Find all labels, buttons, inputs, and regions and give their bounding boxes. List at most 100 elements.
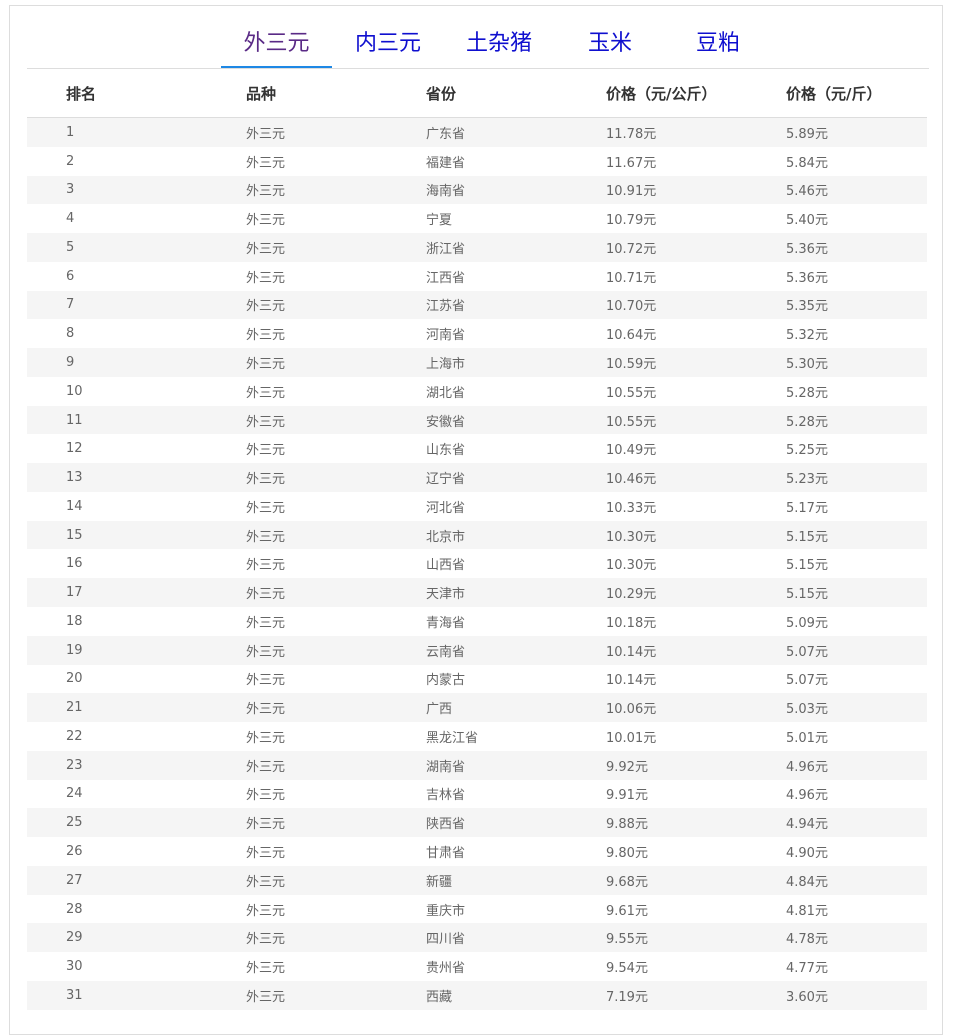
price-per-jin-cell: 5.07元: [747, 635, 927, 665]
variety-cell: 外三元: [207, 146, 387, 176]
province-cell: 天津市: [387, 578, 567, 608]
table-row: 19 外三元 云南省 10.14元 5.07元: [27, 635, 927, 665]
price-per-jin-cell: 5.84元: [747, 146, 927, 176]
province-cell: 西藏: [387, 980, 567, 1010]
tab-yumi[interactable]: 玉米: [575, 20, 645, 68]
variety-cell: 外三元: [207, 664, 387, 694]
price-per-jin-cell: 5.25元: [747, 434, 927, 464]
rank-cell: 13: [27, 463, 207, 492]
price-per-kg-cell: 10.55元: [567, 405, 747, 435]
rank-cell: 6: [27, 261, 207, 291]
table-row: 24 外三元 吉林省 9.91元 4.96元: [27, 779, 927, 809]
price-per-kg-cell: 9.91元: [567, 779, 747, 809]
price-per-kg-cell: 10.70元: [567, 290, 747, 320]
province-cell: 广东省: [387, 117, 567, 147]
rank-cell: 21: [27, 693, 207, 723]
rank-cell: 15: [27, 520, 207, 550]
table-row: 17 外三元 天津市 10.29元 5.15元: [27, 578, 927, 608]
rank-cell: 5: [27, 233, 207, 262]
table-header: 排名 品种 省份 价格（元/公斤） 价格（元/斤）: [27, 69, 927, 118]
active-tab-indicator: [221, 66, 332, 68]
rank-cell: 26: [27, 837, 207, 866]
province-cell: 青海省: [387, 607, 567, 636]
variety-cell: 外三元: [207, 578, 387, 608]
province-cell: 黑龙江省: [387, 722, 567, 751]
table-row: 31 外三元 西藏 7.19元 3.60元: [27, 980, 927, 1010]
header-price-per-kg: 价格（元/公斤）: [567, 69, 747, 118]
tab-doupo[interactable]: 豆粕: [683, 20, 753, 68]
table-row: 27 外三元 新疆 9.68元 4.84元: [27, 865, 927, 895]
price-per-jin-cell: 4.90元: [747, 837, 927, 866]
rank-cell: 1: [27, 117, 207, 147]
rank-cell: 27: [27, 865, 207, 895]
variety-cell: 外三元: [207, 837, 387, 866]
rank-cell: 11: [27, 405, 207, 435]
price-per-jin-cell: 5.09元: [747, 607, 927, 636]
province-cell: 重庆市: [387, 894, 567, 924]
price-per-kg-cell: 10.01元: [567, 722, 747, 751]
variety-cell: 外三元: [207, 750, 387, 780]
rank-cell: 20: [27, 664, 207, 694]
tab-tuzazhu[interactable]: 土杂猪: [455, 20, 543, 68]
variety-cell: 外三元: [207, 722, 387, 751]
table-row: 12 外三元 山东省 10.49元 5.25元: [27, 434, 927, 464]
table-row: 15 外三元 北京市 10.30元 5.15元: [27, 520, 927, 550]
table-row: 8 外三元 河南省 10.64元 5.32元: [27, 319, 927, 349]
variety-cell: 外三元: [207, 233, 387, 262]
province-cell: 陕西省: [387, 808, 567, 838]
price-ranking-panel: 外三元 内三元 土杂猪 玉米 豆粕 排名 品种 省份 价格（元/公斤） 价格（元…: [9, 5, 943, 1035]
rank-cell: 2: [27, 146, 207, 176]
province-cell: 北京市: [387, 520, 567, 550]
price-per-jin-cell: 5.15元: [747, 578, 927, 608]
table-row: 2 外三元 福建省 11.67元 5.84元: [27, 146, 927, 176]
variety-cell: 外三元: [207, 117, 387, 147]
province-cell: 山西省: [387, 549, 567, 579]
province-cell: 四川省: [387, 923, 567, 953]
price-per-jin-cell: 5.46元: [747, 175, 927, 205]
rank-cell: 22: [27, 722, 207, 751]
price-per-kg-cell: 10.49元: [567, 434, 747, 464]
table-row: 4 外三元 宁夏 10.79元 5.40元: [27, 204, 927, 234]
variety-cell: 外三元: [207, 808, 387, 838]
price-per-kg-cell: 9.88元: [567, 808, 747, 838]
price-per-kg-cell: 10.91元: [567, 175, 747, 205]
province-cell: 河北省: [387, 491, 567, 521]
price-per-jin-cell: 5.40元: [747, 204, 927, 234]
tab-neisanyuan[interactable]: 内三元: [344, 20, 432, 68]
header-row: 排名 品种 省份 价格（元/公斤） 价格（元/斤）: [27, 69, 927, 118]
rank-cell: 19: [27, 635, 207, 665]
province-cell: 山东省: [387, 434, 567, 464]
price-per-kg-cell: 10.55元: [567, 376, 747, 406]
price-per-jin-cell: 4.94元: [747, 808, 927, 838]
price-per-jin-cell: 5.35元: [747, 290, 927, 320]
table-row: 16 外三元 山西省 10.30元 5.15元: [27, 549, 927, 579]
price-per-kg-cell: 9.80元: [567, 837, 747, 866]
price-per-jin-cell: 5.89元: [747, 117, 927, 147]
price-per-jin-cell: 4.96元: [747, 779, 927, 809]
rank-cell: 12: [27, 434, 207, 464]
price-per-jin-cell: 3.60元: [747, 980, 927, 1010]
price-per-jin-cell: 4.77元: [747, 952, 927, 981]
header-price-per-jin: 价格（元/斤）: [747, 69, 927, 118]
price-per-kg-cell: 9.68元: [567, 865, 747, 895]
province-cell: 江西省: [387, 261, 567, 291]
table-row: 26 外三元 甘肃省 9.80元 4.90元: [27, 837, 927, 866]
rank-cell: 28: [27, 894, 207, 924]
variety-cell: 外三元: [207, 520, 387, 550]
province-cell: 宁夏: [387, 204, 567, 234]
table-row: 5 外三元 浙江省 10.72元 5.36元: [27, 233, 927, 262]
price-per-jin-cell: 5.01元: [747, 722, 927, 751]
price-per-kg-cell: 9.55元: [567, 923, 747, 953]
variety-cell: 外三元: [207, 405, 387, 435]
rank-cell: 10: [27, 376, 207, 406]
table-row: 9 外三元 上海市 10.59元 5.30元: [27, 348, 927, 377]
price-per-jin-cell: 5.03元: [747, 693, 927, 723]
variety-cell: 外三元: [207, 261, 387, 291]
price-table: 排名 品种 省份 价格（元/公斤） 价格（元/斤） 1 外三元 广东省 11.78元 5…: [27, 69, 927, 1010]
province-cell: 云南省: [387, 635, 567, 665]
variety-cell: 外三元: [207, 319, 387, 349]
tab-waisanyuan[interactable]: 外三元: [221, 20, 332, 68]
variety-cell: 外三元: [207, 865, 387, 895]
rank-cell: 30: [27, 952, 207, 981]
price-per-kg-cell: 11.67元: [567, 146, 747, 176]
